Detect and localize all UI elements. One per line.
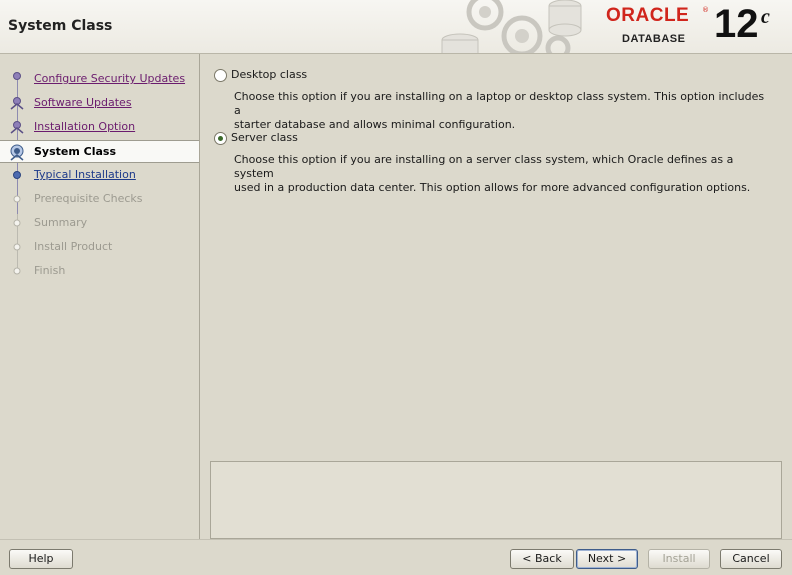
description-line: starter database and allows minimal conf…	[234, 118, 516, 131]
step-software-updates[interactable]: Software Updates	[0, 92, 199, 114]
message-panel	[210, 461, 782, 539]
radio-label: Desktop class	[231, 68, 308, 81]
cancel-button[interactable]: Cancel	[720, 549, 782, 569]
desktop-class-radio[interactable]: Desktop class	[214, 68, 414, 84]
help-button[interactable]: Help	[9, 549, 73, 569]
step-label: Configure Security Updates	[34, 72, 186, 85]
step-done-icon	[10, 121, 24, 134]
step-label: Software Updates	[34, 96, 132, 109]
back-button[interactable]: < Back	[510, 549, 574, 569]
desktop-class-description: Choose this option if you are installing…	[234, 90, 774, 132]
next-button[interactable]: Next >	[576, 549, 638, 569]
step-pending-icon	[13, 195, 21, 203]
step-typical-installation[interactable]: Typical Installation	[0, 164, 199, 186]
steps-sidebar: Configure Security Updates Software Upda…	[0, 54, 200, 539]
step-install-product: Install Product	[0, 236, 199, 258]
step-finish: Finish	[0, 260, 199, 282]
step-current-icon	[10, 144, 24, 161]
server-class-radio[interactable]: Server class	[214, 131, 414, 147]
description-line: used in a production data center. This o…	[234, 181, 751, 194]
step-label: System Class	[34, 145, 117, 158]
step-done-icon	[13, 72, 21, 80]
install-button[interactable]: Install	[648, 549, 710, 569]
step-label: Installation Option	[34, 120, 136, 133]
step-configure-security-updates[interactable]: Configure Security Updates	[0, 68, 199, 90]
step-system-class: System Class	[0, 140, 199, 163]
step-summary: Summary	[0, 212, 199, 234]
window-header: System Class ORACLE ® DATABASE 12 c	[0, 0, 792, 54]
step-label: Typical Installation	[34, 168, 136, 181]
registered-mark: ®	[702, 6, 709, 14]
main-content: Desktop class Choose this option if you …	[200, 54, 792, 539]
step-pending-icon	[13, 219, 21, 227]
radio-button-selected[interactable]	[214, 132, 227, 145]
step-prerequisite-checks: Prerequisite Checks	[0, 188, 199, 210]
product-name: DATABASE	[622, 33, 686, 45]
radio-label: Server class	[231, 131, 298, 144]
step-label: Prerequisite Checks	[34, 192, 143, 205]
server-class-description: Choose this option if you are installing…	[234, 153, 774, 195]
brand-name: ORACLE	[606, 5, 690, 26]
step-label: Summary	[34, 216, 88, 229]
page-title: System Class	[8, 18, 113, 34]
description-line: Choose this option if you are installing…	[234, 153, 734, 180]
description-line: Choose this option if you are installing…	[234, 90, 765, 117]
step-installation-option[interactable]: Installation Option	[0, 116, 199, 138]
step-done-icon	[10, 97, 24, 110]
step-label: Finish	[34, 264, 66, 277]
radio-button[interactable]	[214, 69, 227, 82]
button-bar: Help < Back Next > Install Cancel	[0, 539, 792, 575]
step-label: Install Product	[34, 240, 113, 253]
oracle-database-12c-logo: ORACLE ® DATABASE 12 c	[598, 2, 788, 50]
step-pending-icon	[13, 267, 21, 275]
step-pending-icon	[13, 243, 21, 251]
step-next-icon	[13, 171, 21, 179]
gears-graphic	[441, 0, 582, 53]
version-number: 12	[714, 2, 759, 46]
version-suffix: c	[761, 6, 770, 28]
